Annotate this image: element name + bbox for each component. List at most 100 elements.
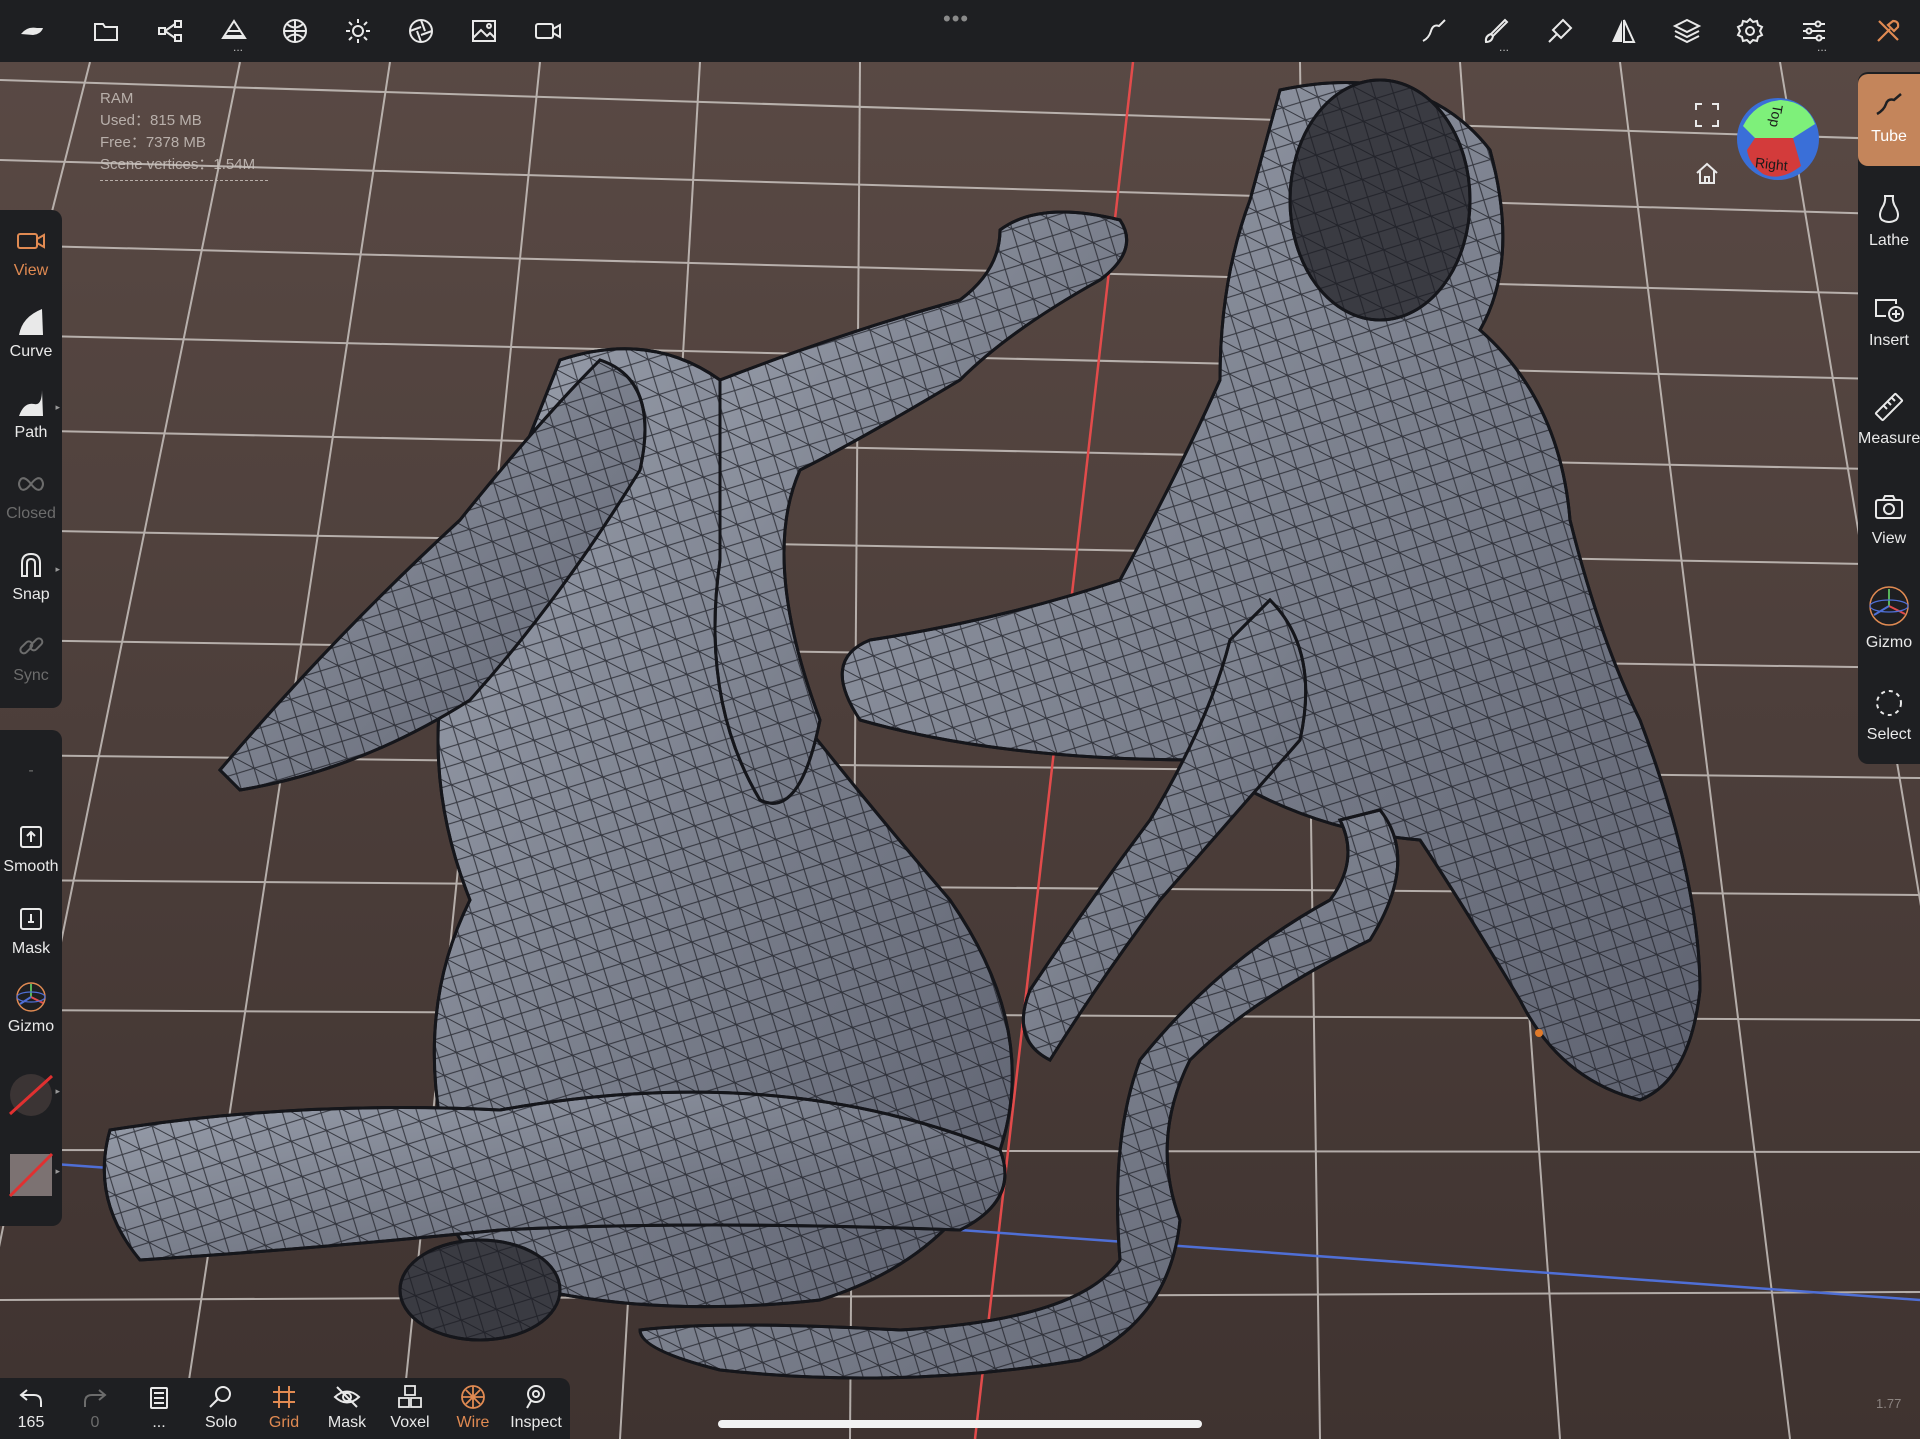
empty-slot: - — [0, 758, 62, 780]
insert-icon — [1875, 299, 1904, 322]
magnifier-icon — [209, 1386, 231, 1408]
curve-tool-label: Curve — [9, 343, 53, 360]
voxel-icon — [398, 1385, 422, 1408]
view-tool-label: View — [13, 262, 49, 279]
infinity-icon — [18, 477, 44, 491]
solo-toggle[interactable]: Solo — [190, 1382, 252, 1432]
video-camera-icon — [17, 233, 45, 249]
ram-separator — [100, 180, 268, 181]
brush-more-icon: ... — [1499, 40, 1510, 54]
sync-toggle[interactable]: Sync — [0, 629, 62, 685]
gizmo-label: Gizmo — [7, 1018, 55, 1035]
history-icon — [150, 1387, 168, 1409]
grid-icon — [273, 1386, 295, 1408]
empty-slot-label: - — [28, 762, 34, 779]
folder-icon[interactable] — [86, 12, 126, 50]
mask-button[interactable]: Mask — [0, 902, 62, 958]
view-snapshot-label: View — [1871, 530, 1907, 547]
material-expand-icon: ▸ — [55, 1166, 60, 1176]
home-icon[interactable] — [1692, 158, 1722, 188]
measure-tool-button[interactable]: Measure — [1858, 390, 1920, 448]
undo-button[interactable]: 165 — [0, 1382, 62, 1432]
layers-icon[interactable] — [1667, 12, 1707, 50]
path-tool-button[interactable]: Path ▸ — [0, 386, 62, 442]
closed-toggle-label: Closed — [6, 505, 56, 522]
view-cube[interactable]: Top Right — [1735, 96, 1821, 182]
settings-icon[interactable] — [1730, 12, 1770, 50]
gizmo-tool-label: Gizmo — [1865, 634, 1913, 651]
curve-tool-button[interactable]: Curve — [0, 305, 62, 361]
mask-visibility-label: Mask — [327, 1414, 367, 1431]
scene-graph-icon[interactable] — [150, 12, 190, 50]
select-tool-label: Select — [1866, 726, 1912, 743]
lathe-icon — [1879, 195, 1899, 223]
light-icon[interactable] — [338, 12, 378, 50]
left-curve-panel: View Curve Path ▸ Closed Snap ▸ Sync — [0, 210, 62, 708]
nomad-logo-icon[interactable] — [12, 12, 52, 50]
3d-viewport[interactable] — [0, 0, 1920, 1439]
brush-icon[interactable] — [1476, 12, 1516, 50]
color-swatch-icon — [8, 1074, 54, 1116]
stroke-icon[interactable] — [1414, 12, 1454, 50]
smooth-icon — [20, 826, 42, 848]
wireframe-toggle[interactable]: Wire — [442, 1382, 504, 1432]
pivot-point — [1535, 1029, 1543, 1037]
snap-toggle-label: Snap — [12, 586, 50, 603]
sliders-icon[interactable] — [1794, 12, 1834, 50]
material-icon[interactable] — [275, 12, 315, 50]
path-expand-icon: ▸ — [55, 402, 60, 412]
background-image-icon[interactable] — [464, 12, 504, 50]
tools-icon[interactable] — [1868, 12, 1908, 50]
material-swatch-button[interactable]: ▸ — [0, 1150, 62, 1200]
camera-photo-icon — [1875, 495, 1903, 519]
grid-toggle[interactable]: Grid — [253, 1382, 315, 1432]
insert-tool-button[interactable]: Insert — [1858, 292, 1920, 350]
top-toolbar: ... ••• ... ... — [0, 0, 1920, 62]
sliders-more-icon: ... — [1817, 40, 1828, 54]
camera-icon[interactable] — [528, 12, 568, 50]
view-tool-button[interactable]: View — [0, 224, 62, 280]
version-label: 1.77 — [1876, 1396, 1902, 1411]
ruler-icon — [1874, 392, 1904, 422]
inspect-label: Inspect — [510, 1414, 562, 1431]
eye-off-icon — [333, 1386, 361, 1408]
voxel-label: Voxel — [390, 1414, 430, 1431]
paint-tools-icon[interactable] — [1540, 12, 1580, 50]
smooth-button[interactable]: Smooth — [0, 820, 62, 876]
home-indicator[interactable] — [718, 1420, 1202, 1428]
voxel-button[interactable]: Voxel — [379, 1382, 441, 1432]
postprocess-icon[interactable] — [401, 12, 441, 50]
top-grabber-icon[interactable]: ••• — [943, 6, 969, 32]
select-tool-button[interactable]: Select — [1858, 686, 1920, 744]
closed-toggle[interactable]: Closed — [0, 467, 62, 523]
snap-toggle[interactable]: Snap ▸ — [0, 548, 62, 604]
redo-icon — [84, 1389, 107, 1407]
view-snapshot-button[interactable]: View — [1858, 490, 1920, 548]
ram-info: RAM Used：815 MB Free：7378 MB Scene verti… — [100, 88, 268, 181]
mask-visibility-toggle[interactable]: Mask — [316, 1382, 378, 1432]
ram-used: Used：815 MB — [100, 112, 202, 129]
insert-tool-label: Insert — [1868, 332, 1909, 349]
tube-tool-button[interactable]: Tube — [1858, 74, 1920, 166]
lathe-tool-button[interactable]: Lathe — [1858, 192, 1920, 250]
redo-count: 0 — [90, 1414, 100, 1431]
viewport-canvas[interactable] — [0, 0, 1920, 1439]
view-cube-right-label: Right — [1754, 154, 1789, 174]
undo-icon — [19, 1389, 42, 1407]
smooth-label: Smooth — [3, 858, 59, 875]
color-swatch-button[interactable]: ▸ — [0, 1070, 62, 1120]
history-dots: ... — [152, 1414, 166, 1431]
history-button[interactable]: ... — [128, 1382, 190, 1432]
symmetry-icon[interactable] — [1603, 12, 1643, 50]
material-swatch-icon — [8, 1152, 54, 1198]
primitives-more-icon: ... — [233, 40, 244, 54]
gizmo-button[interactable]: Gizmo — [0, 980, 62, 1036]
gizmo-tool-button[interactable]: Gizmo — [1858, 584, 1920, 652]
color-expand-icon: ▸ — [55, 1086, 60, 1096]
redo-button[interactable]: 0 — [64, 1382, 126, 1432]
right-tool-panel: Tube Lathe Insert Measure View Gizmo Sel… — [1858, 72, 1920, 764]
frame-icon[interactable] — [1692, 100, 1722, 130]
inspect-icon — [526, 1385, 545, 1409]
lathe-tool-label: Lathe — [1868, 232, 1910, 249]
inspect-button[interactable]: Inspect — [505, 1382, 567, 1432]
